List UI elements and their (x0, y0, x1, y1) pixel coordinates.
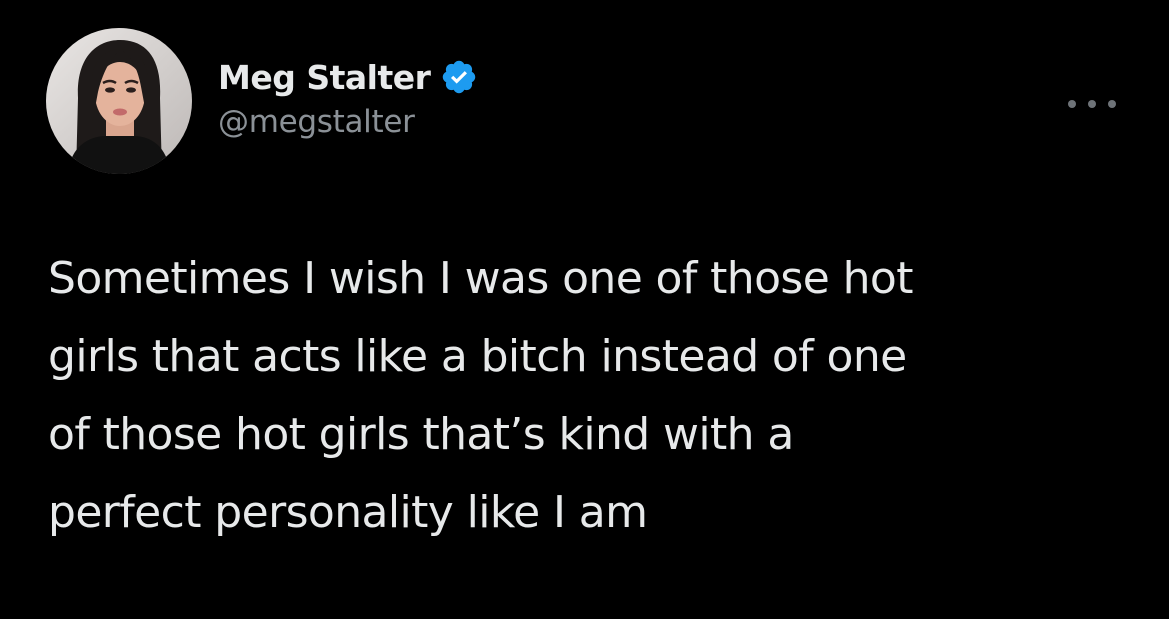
tweet-text-line: perfect personality like I am (48, 487, 648, 538)
avatar[interactable] (46, 28, 192, 174)
tweet-text-line: girls that acts like a bitch instead of … (48, 331, 907, 382)
more-dot (1088, 100, 1096, 108)
more-dot (1108, 100, 1116, 108)
more-dot (1068, 100, 1076, 108)
tweet-text-line: Sometimes I wish I was one of those hot (48, 253, 913, 304)
avatar-photo (46, 28, 192, 174)
more-options-icon[interactable] (1068, 92, 1116, 116)
verified-badge-icon (440, 58, 478, 96)
tweet-card: Meg Stalter @megstalter Sometimes I wish… (0, 0, 1169, 619)
name-row: Meg Stalter (218, 56, 478, 98)
author-block: Meg Stalter @megstalter (218, 56, 478, 140)
user-handle[interactable]: @megstalter (218, 104, 478, 140)
tweet-text: Sometimes I wish I was one of those hot … (48, 240, 1138, 552)
display-name[interactable]: Meg Stalter (218, 58, 431, 97)
tweet-text-line: of those hot girls that’s kind with a (48, 409, 794, 460)
